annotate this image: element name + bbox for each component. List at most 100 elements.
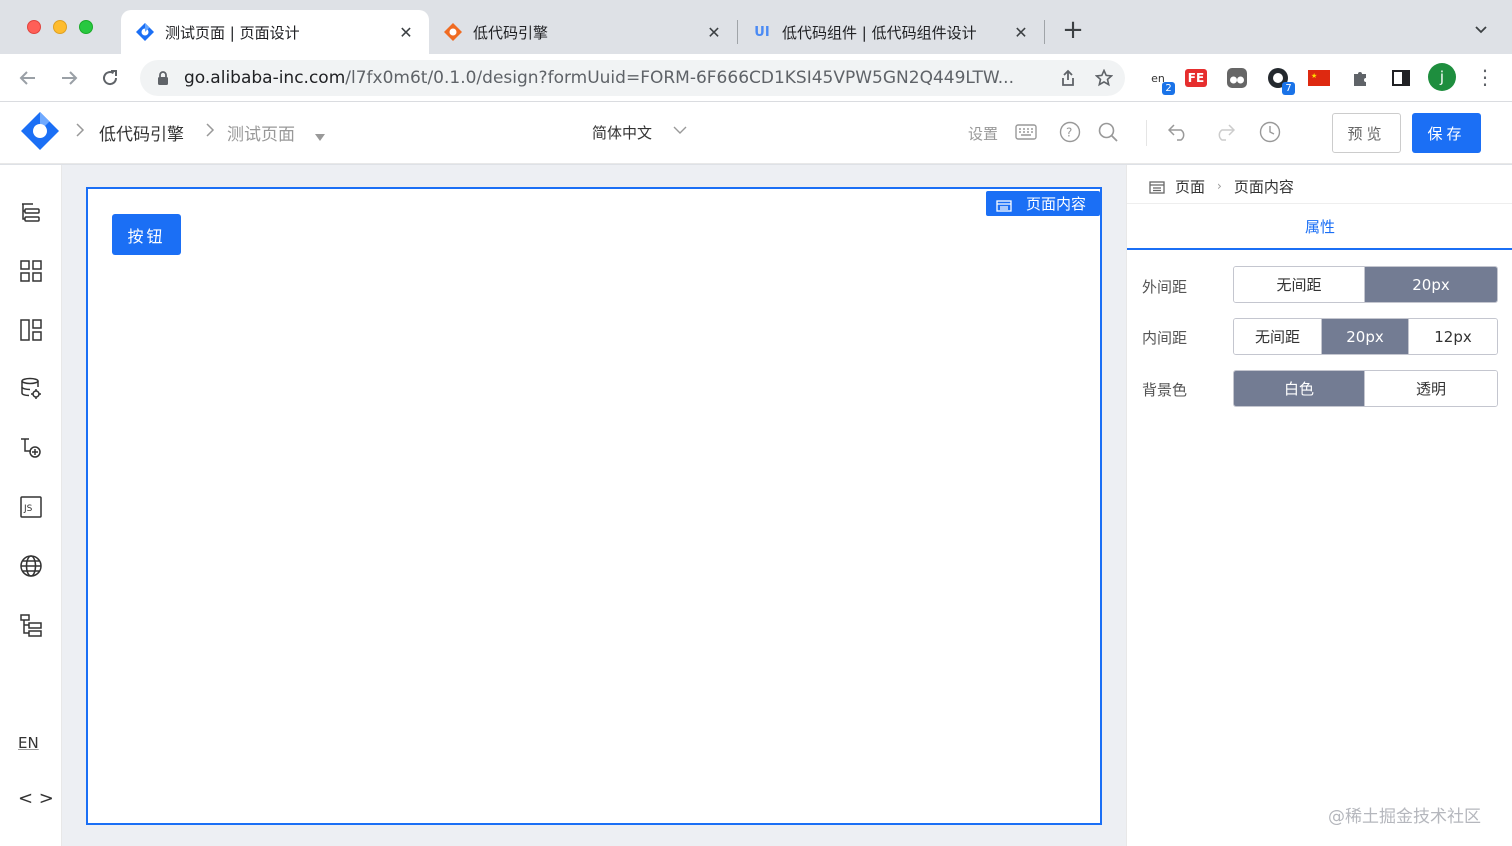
reload-icon[interactable]: [98, 66, 122, 90]
datasource-icon[interactable]: [18, 376, 44, 402]
new-tab-button[interactable]: +: [1060, 17, 1086, 44]
panel-breadcrumb-current: 页面内容: [1233, 177, 1294, 196]
url-host: go.alibaba-inc.com: [184, 68, 346, 88]
close-tab-icon[interactable]: ✕: [1012, 23, 1030, 42]
china-flag-icon[interactable]: ★: [1306, 65, 1332, 91]
extension-badge: 2: [1162, 82, 1175, 95]
fe-extension-icon[interactable]: FE: [1183, 65, 1209, 91]
tab-title: 测试页面 | 页面设计: [165, 23, 300, 42]
margin-option-none[interactable]: 无间距: [1234, 267, 1365, 302]
breadcrumb-separator-icon: [74, 122, 86, 142]
margin-segmented-control: 无间距 20px: [1233, 266, 1498, 303]
browser-toolbar: go.alibaba-inc.com/l7fx0m6t/0.1.0/design…: [0, 54, 1512, 102]
padding-option-none[interactable]: 无间距: [1234, 319, 1322, 354]
canvas-button-component[interactable]: 按钮: [112, 214, 181, 255]
background-option-transparent[interactable]: 透明: [1365, 371, 1497, 406]
padding-option-20px[interactable]: 20px: [1322, 319, 1409, 354]
app-logo-icon[interactable]: [20, 111, 60, 151]
components-grid-icon[interactable]: [18, 258, 44, 284]
panel-breadcrumb: 页面 › 页面内容: [1149, 176, 1294, 196]
layout-icon[interactable]: [18, 317, 44, 343]
margin-option-20px[interactable]: 20px: [1365, 267, 1497, 302]
left-sidebar: JS EN < >: [0, 165, 62, 846]
extension-badge: 7: [1282, 82, 1295, 95]
watermark-text: @稀土掘金技术社区: [1328, 807, 1481, 827]
svg-text:★: ★: [1311, 72, 1317, 80]
page-content-tag[interactable]: 页面内容: [985, 191, 1100, 216]
code-view-icon[interactable]: < >: [18, 788, 54, 809]
preview-button[interactable]: 预览: [1332, 113, 1401, 153]
forward-icon[interactable]: [57, 66, 81, 90]
outline-tree-icon[interactable]: [18, 199, 44, 225]
settings-link[interactable]: 设置: [968, 123, 998, 144]
browser-tab-engine[interactable]: 低代码引擎 ✕: [429, 10, 737, 54]
frame-tag-label: 页面内容: [1025, 195, 1086, 213]
padding-segmented-control: 无间距 20px 12px: [1233, 318, 1498, 355]
padding-option-12px[interactable]: 12px: [1409, 319, 1497, 354]
i18n-globe-icon[interactable]: [18, 553, 44, 579]
bookmark-star-icon[interactable]: [1089, 63, 1119, 93]
actions-icon[interactable]: [18, 435, 44, 461]
svg-text:?: ?: [1066, 126, 1072, 140]
address-bar[interactable]: go.alibaba-inc.com/l7fx0m6t/0.1.0/design…: [140, 60, 1125, 96]
breadcrumb-page-select[interactable]: 测试页面: [227, 120, 295, 145]
background-label: 背景色: [1142, 381, 1188, 399]
close-tab-icon[interactable]: ✕: [397, 23, 415, 42]
ui-logo-icon: UI: [754, 24, 770, 40]
back-icon[interactable]: [16, 66, 40, 90]
browser-tabbar: 测试页面 | 页面设计 ✕ 低代码引擎 ✕ UI 低代码组件 | 低代码组件设计…: [0, 0, 1512, 54]
header-divider: [1146, 120, 1147, 146]
url-text[interactable]: go.alibaba-inc.com/l7fx0m6t/0.1.0/design…: [184, 68, 1053, 88]
github-extension-icon[interactable]: 7: [1265, 65, 1295, 95]
background-segmented-control: 白色 透明: [1233, 370, 1498, 407]
browser-menu-icon[interactable]: ⋮: [1475, 66, 1495, 88]
close-tab-icon[interactable]: ✕: [705, 23, 723, 42]
padding-label: 内间距: [1142, 329, 1188, 347]
breadcrumb-app-link[interactable]: 低代码引擎: [99, 120, 184, 145]
redo-icon[interactable]: [1213, 121, 1235, 143]
panel-breadcrumb-root[interactable]: 页面: [1175, 176, 1205, 197]
undo-icon[interactable]: [1168, 121, 1190, 143]
language-toggle[interactable]: EN: [18, 734, 39, 752]
history-clock-icon[interactable]: [1259, 121, 1281, 143]
minimize-window-button[interactable]: [53, 20, 67, 34]
page-icon: [1149, 180, 1165, 194]
maximize-window-button[interactable]: [79, 20, 93, 34]
search-icon[interactable]: [1097, 121, 1119, 143]
browser-tab-design[interactable]: 测试页面 | 页面设计 ✕: [121, 10, 429, 54]
share-icon[interactable]: [1053, 63, 1083, 93]
settings-panel: 页面 › 页面内容 属性 外间距 无间距 20px 内间距 无间距 20px 1…: [1126, 165, 1512, 846]
js-icon[interactable]: JS: [18, 494, 44, 520]
browser-tab-components[interactable]: UI 低代码组件 | 低代码组件设计 ✕: [738, 10, 1044, 54]
translate-extension-icon[interactable]: en 2: [1145, 65, 1175, 95]
tab-search-icon[interactable]: [1474, 22, 1488, 40]
keyboard-icon[interactable]: [1015, 121, 1037, 143]
lock-icon[interactable]: [156, 70, 170, 86]
extensions-puzzle-icon[interactable]: [1347, 65, 1373, 91]
close-window-button[interactable]: [27, 20, 41, 34]
url-path: /l7fx0m6t/0.1.0/design?formUuid=FORM-6F6…: [345, 68, 1014, 88]
tab-title: 低代码组件 | 低代码组件设计: [782, 23, 977, 42]
breadcrumb-separator-icon: [204, 122, 216, 142]
page-icon: [996, 198, 1012, 212]
svg-text:JS: JS: [23, 504, 33, 514]
engine-logo-icon: [443, 22, 463, 42]
page-content-frame[interactable]: 页面内容 按钮: [86, 187, 1102, 825]
side-panel-icon[interactable]: [1388, 65, 1414, 91]
breadcrumb-separator-icon: ›: [1217, 179, 1222, 193]
yida-logo-icon: [135, 22, 155, 42]
caret-down-icon[interactable]: [315, 127, 325, 146]
app-header: 低代码引擎 测试页面 简体中文 设置 ? 预览 保存: [0, 102, 1512, 164]
schema-tree-icon[interactable]: [18, 612, 44, 638]
tampermonkey-icon[interactable]: [1224, 65, 1250, 91]
profile-avatar[interactable]: j: [1428, 63, 1456, 91]
margin-label: 外间距: [1142, 278, 1188, 296]
background-option-white[interactable]: 白色: [1234, 371, 1365, 406]
save-button[interactable]: 保存: [1412, 113, 1481, 153]
tab-properties[interactable]: 属性: [1127, 204, 1512, 250]
help-icon[interactable]: ?: [1059, 121, 1081, 143]
tab-divider: [1044, 20, 1045, 44]
chevron-down-icon[interactable]: [672, 122, 688, 138]
tab-title: 低代码引擎: [473, 23, 549, 42]
language-select[interactable]: 简体中文: [592, 122, 652, 143]
